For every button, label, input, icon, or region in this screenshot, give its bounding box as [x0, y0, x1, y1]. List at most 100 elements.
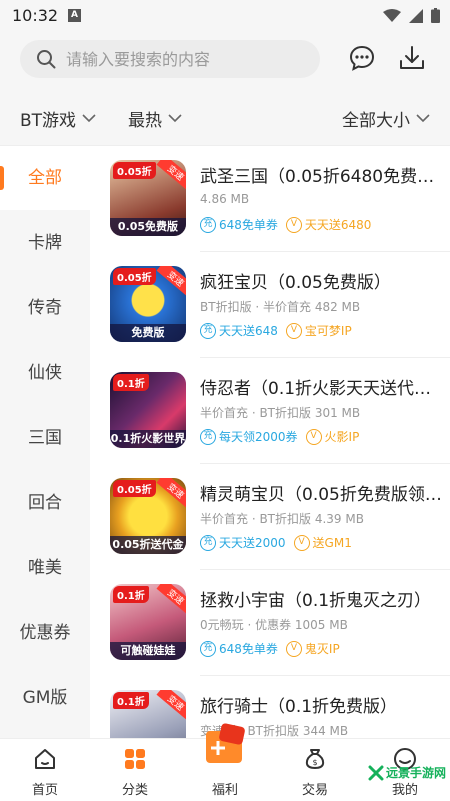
icon-caption: 可触碰娃娃	[110, 642, 186, 660]
vip-icon: V	[285, 640, 302, 657]
filter-bar: BT游戏 最热 全部大小	[0, 88, 450, 146]
game-meta: 半价首充 · BT折扣版 4.39 MB	[200, 512, 364, 526]
game-icon[interactable]: 0.05折 变速 0.05折送代金	[110, 478, 186, 554]
filter-label: 全部大小	[342, 111, 410, 131]
recharge-icon: 充	[200, 322, 216, 339]
tab-welfare[interactable]: 福利	[180, 723, 270, 801]
game-tag: 充 648免单券	[200, 640, 278, 657]
search-bar[interactable]	[20, 40, 320, 78]
corner-badge: 变速	[156, 266, 186, 297]
corner-badge: 变速	[156, 584, 186, 615]
game-item[interactable]: 0.1折 0.1折火影世界 侍忍者（0.1折火影天天送代金券） 半价首充 · B…	[90, 358, 450, 464]
icon-caption: 0.05免费版	[110, 218, 186, 236]
discount-badge: 0.05折	[113, 162, 156, 179]
game-item[interactable]: 0.05折 变速 免费版 疯狂宝贝（0.05免费版） BT折扣版 · 半价首充 …	[90, 252, 450, 358]
recharge-icon: 充	[200, 640, 216, 657]
chevron-down-icon	[82, 114, 96, 123]
category-item-xianxia[interactable]: 仙侠	[0, 341, 90, 405]
game-icon[interactable]: 0.1折 变速 可触碰娃娃	[110, 584, 186, 660]
corner-badge: 变速	[156, 478, 186, 509]
game-meta: 半价首充 · BT折扣版 301 MB	[200, 406, 361, 420]
game-meta: 4.86 MB	[200, 192, 250, 206]
tab-label: 交易	[301, 783, 328, 798]
tab-category[interactable]: 分类	[90, 739, 180, 801]
vip-icon: V	[285, 322, 302, 339]
game-title: 精灵萌宝贝（0.05折免费版领GM1）	[200, 485, 445, 505]
recharge-icon: 充	[200, 428, 216, 445]
game-icon[interactable]: 0.05折 变速 0.05免费版	[110, 160, 186, 236]
category-item-legend[interactable]: 传奇	[0, 276, 90, 340]
filter-game-type[interactable]: BT游戏	[20, 106, 96, 131]
category-item-gm[interactable]: GM版	[0, 666, 90, 730]
category-item-turn-based[interactable]: 回合	[0, 471, 90, 535]
tab-trade[interactable]: $ 交易	[270, 739, 360, 801]
icon-caption: 0.05折送代金	[110, 536, 186, 554]
game-title: 拯救小宇宙（0.1折鬼灭之刃）	[200, 591, 432, 611]
recharge-icon: 充	[200, 216, 216, 233]
tab-label: 福利	[211, 783, 238, 798]
watermark-logo-icon	[368, 765, 384, 780]
game-tag: 充 648免单券	[200, 216, 278, 233]
filter-sort[interactable]: 最热	[128, 106, 182, 131]
game-tag: V 火影IP	[305, 428, 359, 445]
category-item-beautiful[interactable]: 唯美	[0, 536, 90, 600]
tab-label: 我的	[391, 783, 418, 798]
filter-label: 最热	[128, 111, 162, 131]
game-tags: 充每天领2000券 V 火影IP	[200, 428, 359, 445]
game-tags: 充天天送2000 V 送GM1	[200, 534, 352, 551]
icon-caption: 0.1折火影世界	[110, 430, 186, 448]
tab-home[interactable]: 首页	[0, 739, 90, 801]
game-title: 侍忍者（0.1折火影天天送代金券）	[200, 379, 445, 399]
game-icon[interactable]: 0.1折 0.1折火影世界	[110, 372, 186, 448]
game-tag: V 天天送6480	[285, 216, 371, 233]
status-time: 10:32	[12, 6, 59, 25]
game-tags: 充 648免单券 V 鬼灭IP	[200, 640, 340, 657]
game-meta: 0元畅玩 · 优惠券 1005 MB	[200, 618, 348, 632]
game-tag: 充天天送2000	[200, 534, 286, 551]
chevron-down-icon	[168, 114, 182, 123]
game-tag: V 鬼灭IP	[285, 640, 340, 657]
home-icon	[35, 749, 55, 769]
system-icons	[383, 8, 440, 23]
bottom-tab-bar: 首页 分类 福利 $ 交易 我的 远景手游网	[0, 723, 450, 801]
discount-badge: 0.05折	[113, 480, 156, 497]
svg-text:$: $	[312, 758, 317, 767]
game-item[interactable]: 0.05折 变速 0.05免费版 武圣三国（0.05折6480免费版） 4.86…	[90, 146, 450, 252]
search-icon	[37, 50, 56, 69]
game-item[interactable]: 0.1折 变速 可触碰娃娃 拯救小宇宙（0.1折鬼灭之刃） 0元畅玩 · 优惠券…	[90, 570, 450, 676]
category-grid-icon	[125, 749, 145, 769]
vip-icon: V	[293, 534, 310, 551]
chevron-down-icon	[416, 114, 430, 123]
game-tags: 充 648免单券 V 天天送6480	[200, 216, 371, 233]
message-icon[interactable]	[348, 44, 376, 72]
discount-badge: 0.1折	[113, 692, 149, 709]
game-item[interactable]: 0.05折 变速 0.05折送代金 精灵萌宝贝（0.05折免费版领GM1） 半价…	[90, 464, 450, 570]
filter-size[interactable]: 全部大小	[342, 106, 430, 131]
category-item-card[interactable]: 卡牌	[0, 211, 90, 275]
money-bag-icon: $	[305, 749, 325, 770]
game-tag: 充每天领2000券	[200, 428, 298, 445]
watermark: 远景手游网	[368, 764, 446, 781]
corner-badge: 变速	[156, 160, 186, 191]
download-icon[interactable]	[398, 44, 426, 72]
category-item-three-kingdoms[interactable]: 三国	[0, 406, 90, 470]
game-icon[interactable]: 0.1折 变速	[110, 690, 186, 738]
header	[0, 32, 450, 88]
game-icon[interactable]: 0.05折 变速 免费版	[110, 266, 186, 342]
category-item-all[interactable]: 全部	[0, 146, 90, 210]
signal-icon	[409, 8, 423, 23]
icon-caption: 免费版	[110, 324, 186, 342]
game-title: 疯狂宝贝（0.05免费版）	[200, 273, 391, 293]
notification-icon: A	[68, 9, 81, 22]
search-input[interactable]	[66, 40, 306, 78]
game-tag: 充天天送648	[200, 322, 278, 339]
category-item-coupon[interactable]: 优惠券	[0, 601, 90, 665]
game-meta: BT折扣版 · 半价首充 482 MB	[200, 300, 361, 314]
tab-label: 分类	[121, 783, 148, 798]
discount-badge: 0.1折	[113, 374, 149, 391]
vip-icon: V	[305, 428, 322, 445]
corner-badge: 变速	[156, 690, 186, 721]
game-item[interactable]: 0.1折 变速 旅行骑士（0.1折免费版） 变速版 · BT折扣版 344 MB	[90, 676, 450, 738]
battery-icon	[431, 8, 440, 23]
game-title: 武圣三国（0.05折6480免费版）	[200, 167, 445, 187]
